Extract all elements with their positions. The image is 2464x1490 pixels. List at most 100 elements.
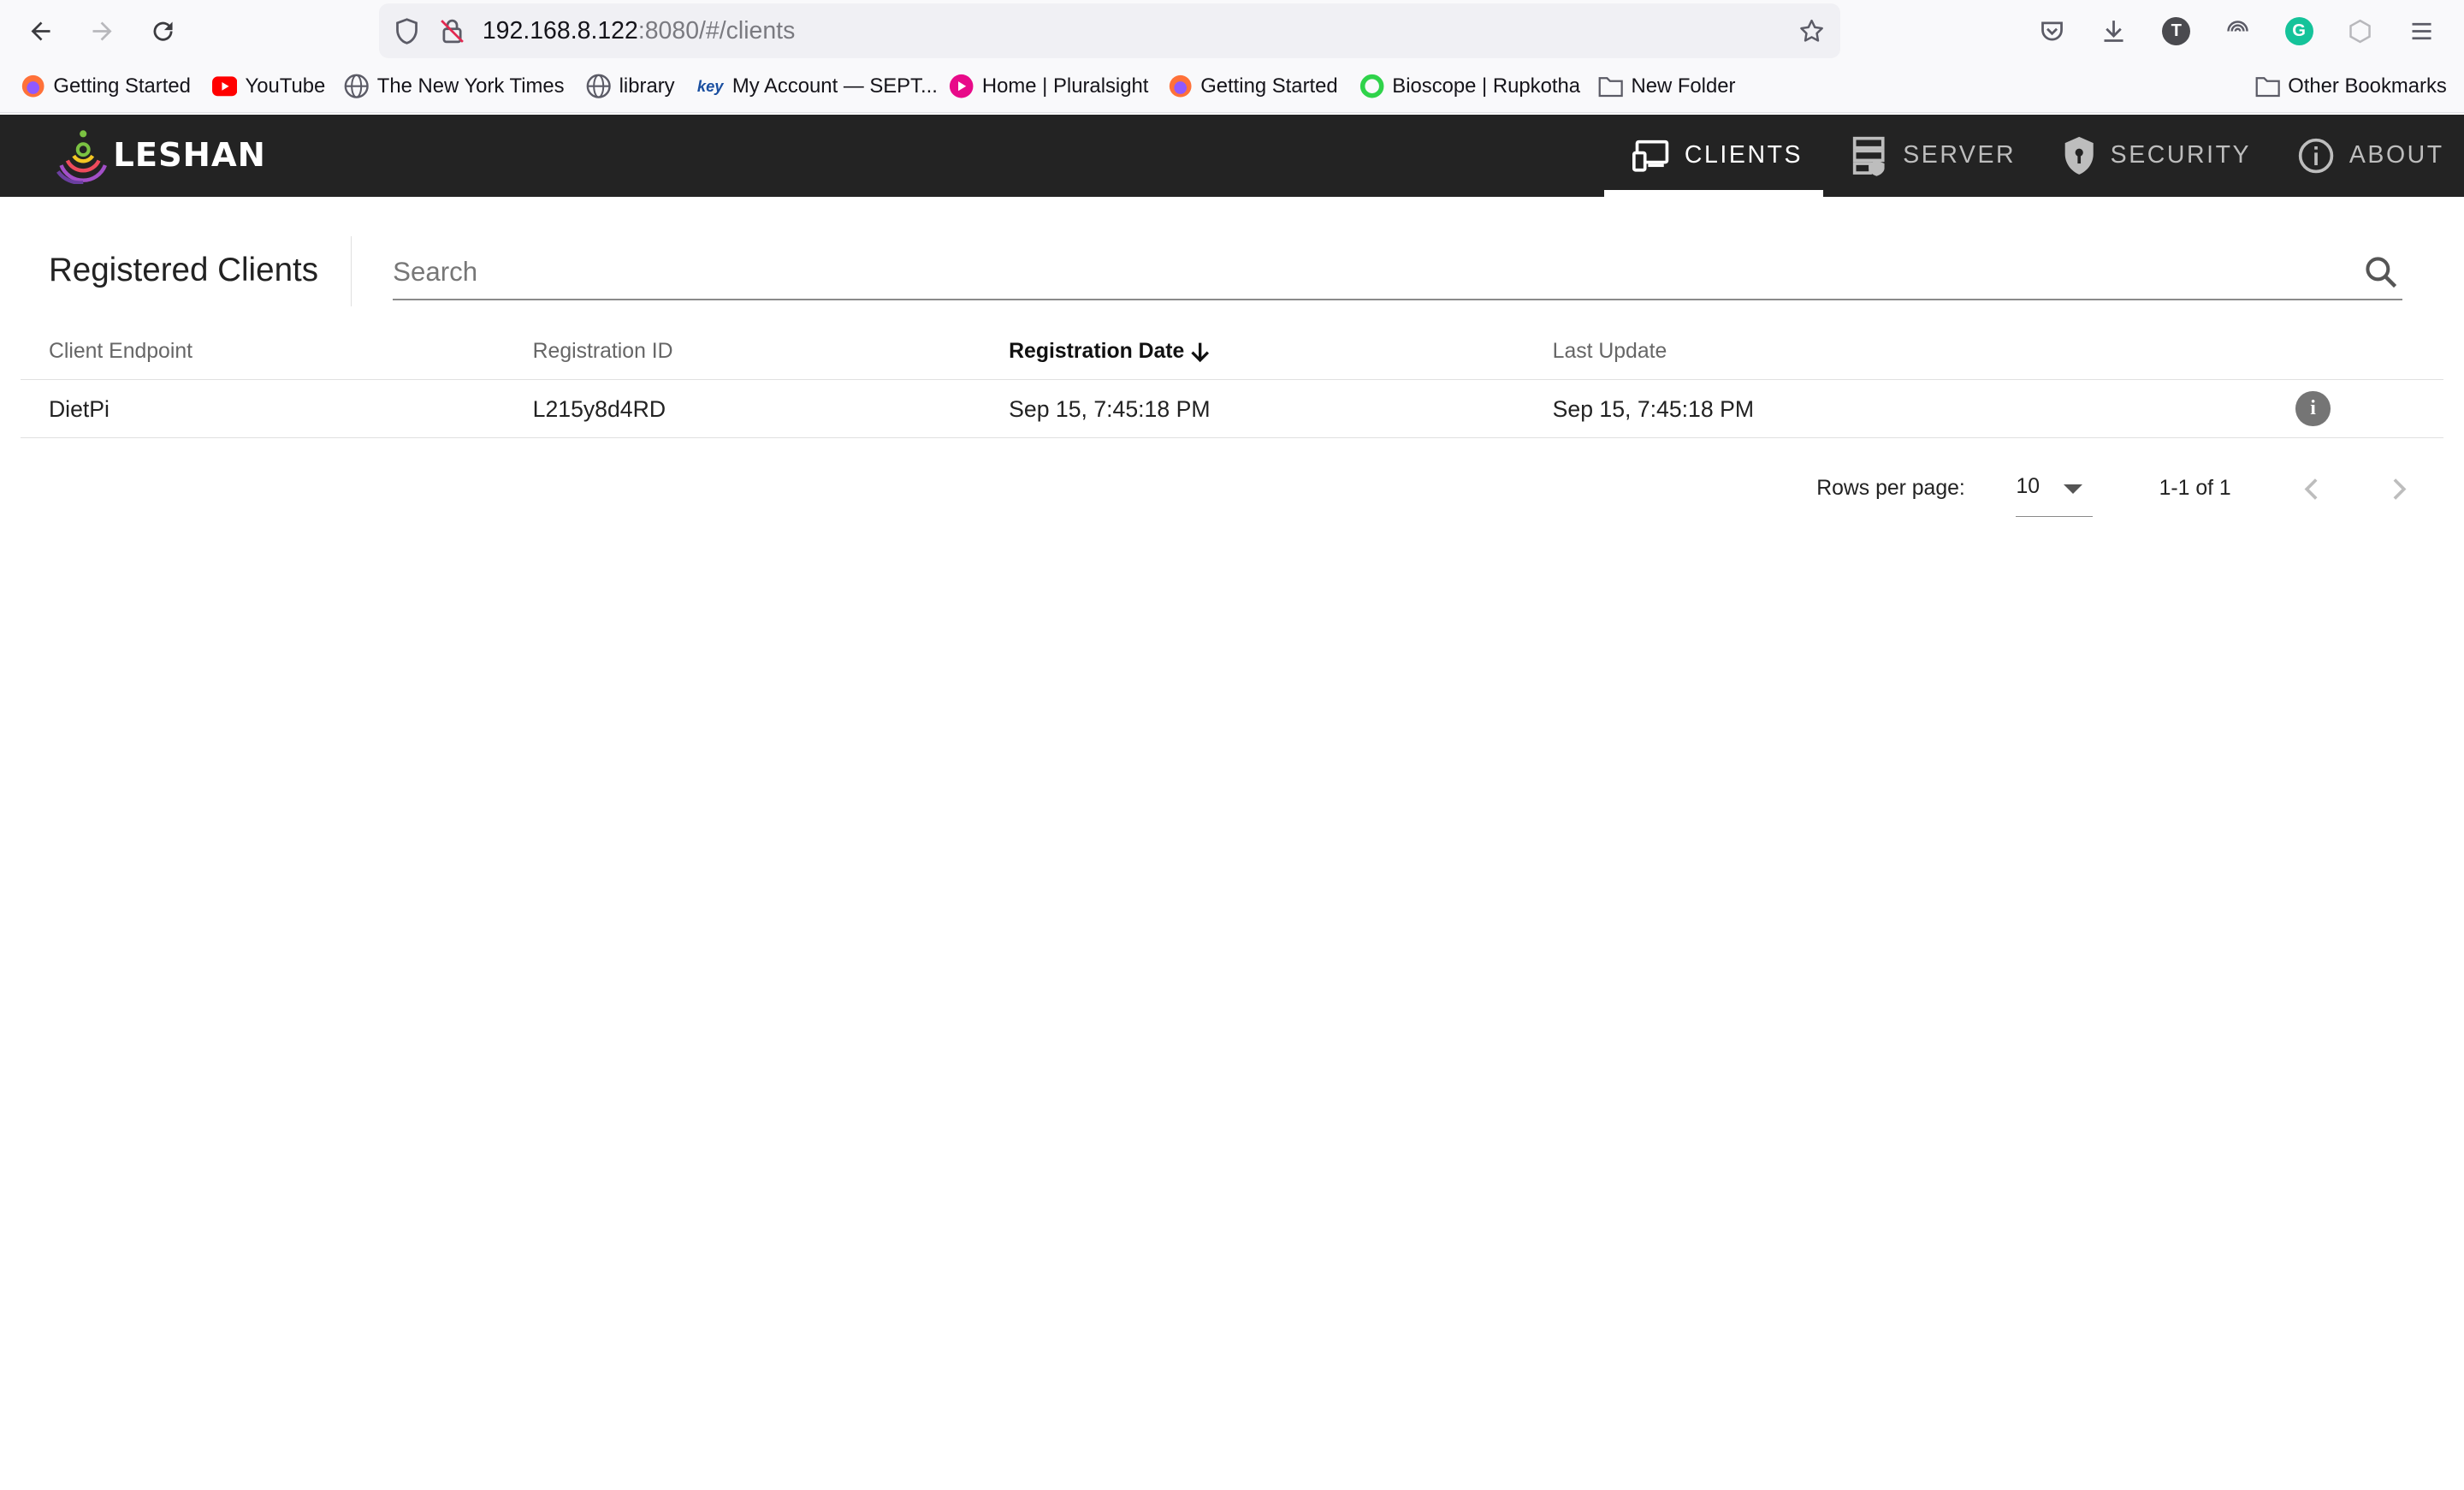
downloads-button[interactable] [2098,15,2129,47]
cell-last-update: Sep 15, 7:45:18 PM [1552,395,1755,422]
tab-about[interactable]: ABOUT [2297,115,2443,197]
insecure-lock-icon[interactable] [438,17,466,45]
header-divider [20,378,2444,381]
puzzle-icon [2349,19,2371,44]
search-icon[interactable] [2362,253,2400,291]
tab-security[interactable]: SECURITY [2062,115,2251,197]
column-header-last-update[interactable]: Last Update [1553,340,1667,364]
bookmark-library[interactable]: library [586,74,675,99]
download-icon [2104,21,2123,43]
bookmark-my-account[interactable]: key My Account — SEPT... [696,74,938,98]
cell-client-endpoint[interactable]: DietPi [49,396,110,423]
bookmark-label: Getting Started [53,74,191,98]
chevron-right-icon [2393,478,2407,500]
rows-per-page-value: 10 [2016,474,2040,498]
bookmark-label: New Folder [1631,74,1736,98]
search-underline [393,298,2403,300]
dropdown-caret-icon [2063,484,2082,494]
other-bookmarks[interactable]: Other Bookmarks [2255,74,2447,98]
other-bookmarks-label: Other Bookmarks [2288,74,2447,98]
page-title: Registered Clients [48,251,319,288]
forward-button[interactable] [83,13,121,50]
pocket-button[interactable] [2036,15,2068,47]
bookmark-label: Getting Started [1200,74,1338,98]
tab-server[interactable]: SERVER [1851,115,2017,197]
tab-label: CLIENTS [1684,141,1804,169]
search-input[interactable] [393,250,2358,294]
extension-button[interactable] [2222,15,2254,47]
star-icon[interactable] [1798,17,1826,45]
wave-search-icon [2227,21,2248,32]
profile-button[interactable]: T [2160,15,2192,47]
menu-button[interactable] [2406,15,2437,47]
pagination-range: 1-1 of 1 [2159,476,2231,500]
pluralsight-icon [949,74,974,98]
youtube-icon [211,74,238,98]
url-bar[interactable]: 192.168.8.122:8080/#/clients [378,3,1840,58]
hamburger-menu-icon [2412,23,2431,40]
tab-label: ABOUT [2348,141,2444,169]
arrow-down-icon [1191,342,1210,362]
url-path: :8080/#/clients [637,17,796,45]
shield-icon[interactable] [393,17,421,45]
leshan-logo[interactable]: LESHAN [56,128,266,184]
bookmark-getting-started-2[interactable]: Getting Started [1168,74,1338,98]
url-text[interactable]: 192.168.8.122:8080/#/clients [483,17,795,45]
leshan-logo-icon [56,130,108,184]
bookmark-label: My Account — SEPT... [732,74,938,98]
tab-label: SECURITY [2110,141,2252,169]
column-header-registration-date[interactable]: Registration Date [1009,340,1212,365]
bookmark-label: library [619,74,675,98]
arrow-left-icon [31,21,50,41]
folder-icon [2255,74,2280,98]
logo-text: LESHAN [113,136,266,175]
reload-button[interactable] [145,13,182,50]
bookmark-youtube[interactable]: YouTube [211,74,326,98]
grammarly-icon: G [2284,17,2313,46]
bookmark-label: Bioscope | Rupkotha [1392,74,1581,98]
rows-per-page-select[interactable]: 10 [2016,474,2094,518]
cell-registration-date: Sep 15, 7:45:18 PM [1009,395,1211,422]
extensions-button[interactable] [2344,15,2376,47]
column-header-client-endpoint[interactable]: Client Endpoint [49,340,192,364]
app-bar: LESHAN CLIENTS SERVER SECURITY ABOUT [0,115,2464,197]
firefox-icon [21,74,45,98]
bookmark-label: Home | Pluralsight [981,74,1149,98]
info-outline-icon [2299,138,2334,174]
browser-window: 192.168.8.122:8080/#/clients T G Getting… [0,0,2464,811]
pocket-icon [2041,21,2064,41]
column-header-registration-id[interactable]: Registration ID [533,340,673,364]
bookmark-pluralsight[interactable]: Home | Pluralsight [949,74,1148,98]
profile-avatar: T [2162,17,2191,46]
bookmark-getting-started[interactable]: Getting Started [21,74,191,98]
bookmark-label: The New York Times [376,74,565,98]
bookmark-label: YouTube [245,74,326,98]
bookmark-bioscope[interactable]: Bioscope | Rupkotha [1359,74,1580,98]
bookmark-nytimes[interactable]: The New York Times [344,74,565,99]
globe-icon [344,74,369,99]
tab-clients[interactable]: CLIENTS [1632,115,1803,197]
reload-icon [153,21,174,41]
bookmark-new-folder[interactable]: New Folder [1598,74,1736,98]
bookmarks-toolbar: Getting Started YouTube The New York Tim… [0,62,2464,114]
title-divider [350,235,352,307]
key-icon: key [696,76,724,95]
column-header-label: Registration Date [1009,340,1185,364]
devices-icon [1632,140,1669,172]
folder-icon [1598,74,1623,98]
globe-icon [586,74,611,99]
tab-label: SERVER [1903,141,2017,169]
row-divider [20,436,2444,439]
back-button[interactable] [22,13,60,50]
cell-registration-id: L215y8d4RD [532,395,666,422]
previous-page-button[interactable] [2295,472,2330,506]
security-shield-icon [2064,136,2094,175]
firefox-icon [1168,74,1193,98]
rows-per-page-label: Rows per page: [1816,476,1965,500]
grammarly-button[interactable]: G [2283,15,2315,47]
next-page-button[interactable] [2381,472,2415,506]
browser-toolbar: 192.168.8.122:8080/#/clients T G [0,0,2464,63]
arrow-right-icon [92,21,112,41]
url-host: 192.168.8.122 [482,17,638,45]
info-icon[interactable]: i [2295,391,2331,426]
